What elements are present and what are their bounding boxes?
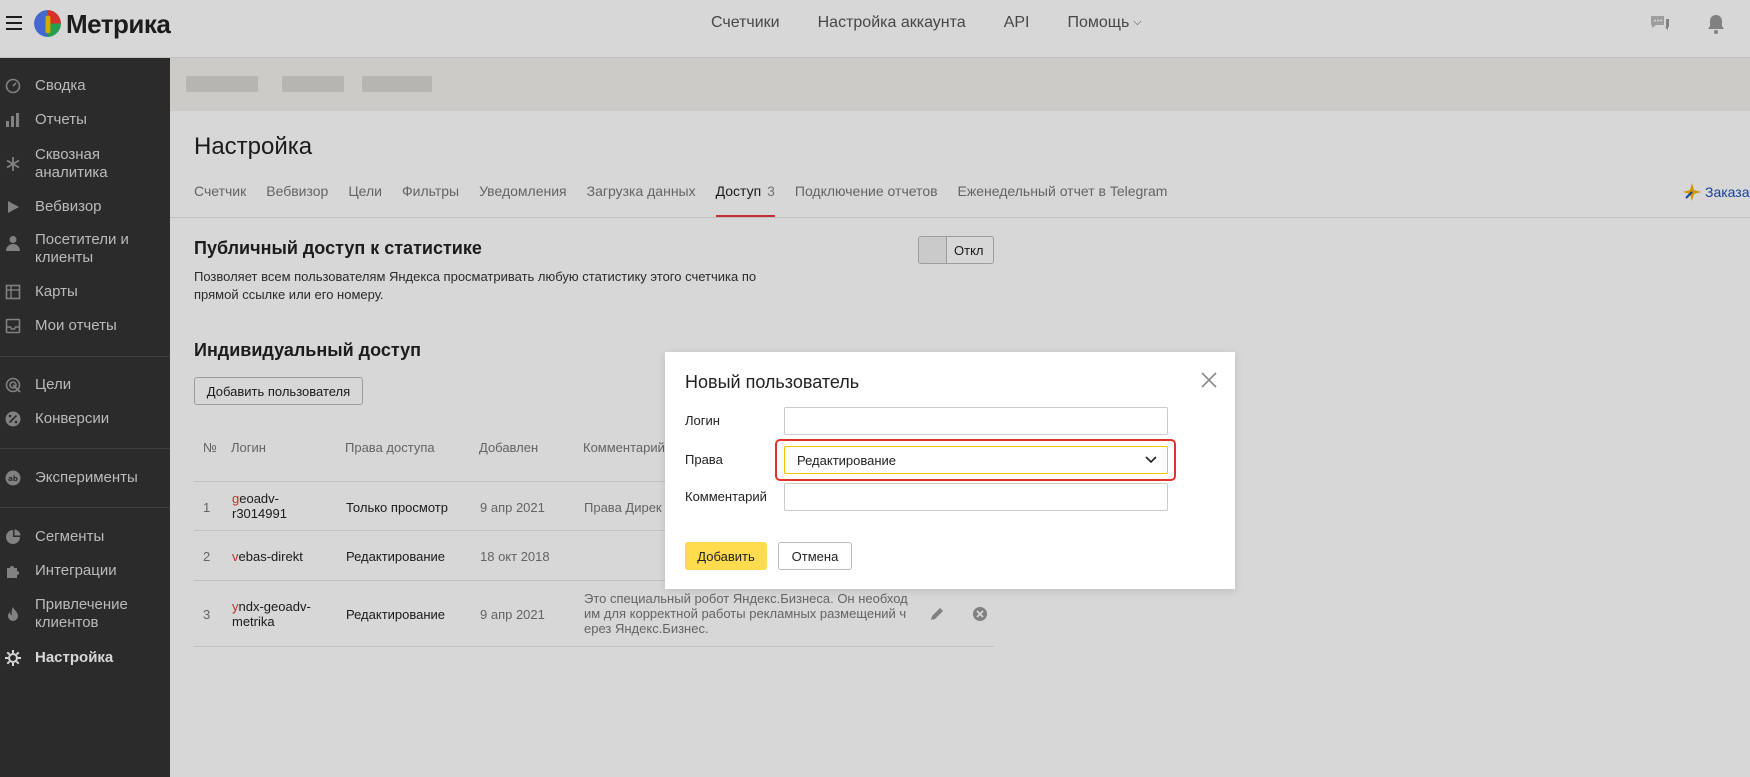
login-input[interactable] <box>784 407 1168 435</box>
comment-input[interactable] <box>784 483 1168 511</box>
comment-label: Комментарий <box>685 489 767 504</box>
rights-label: Права <box>685 452 723 467</box>
close-icon[interactable] <box>1201 372 1217 388</box>
chevron-down-icon <box>1145 456 1157 464</box>
add-button[interactable]: Добавить <box>685 542 767 570</box>
rights-select[interactable]: Редактирование <box>784 446 1168 474</box>
new-user-dialog: Новый пользователь Логин Права Редактиро… <box>665 352 1235 589</box>
rights-select-value: Редактирование <box>797 452 897 468</box>
cancel-button[interactable]: Отмена <box>778 542 852 570</box>
dialog-title: Новый пользователь <box>685 372 860 392</box>
login-label: Логин <box>685 413 720 428</box>
